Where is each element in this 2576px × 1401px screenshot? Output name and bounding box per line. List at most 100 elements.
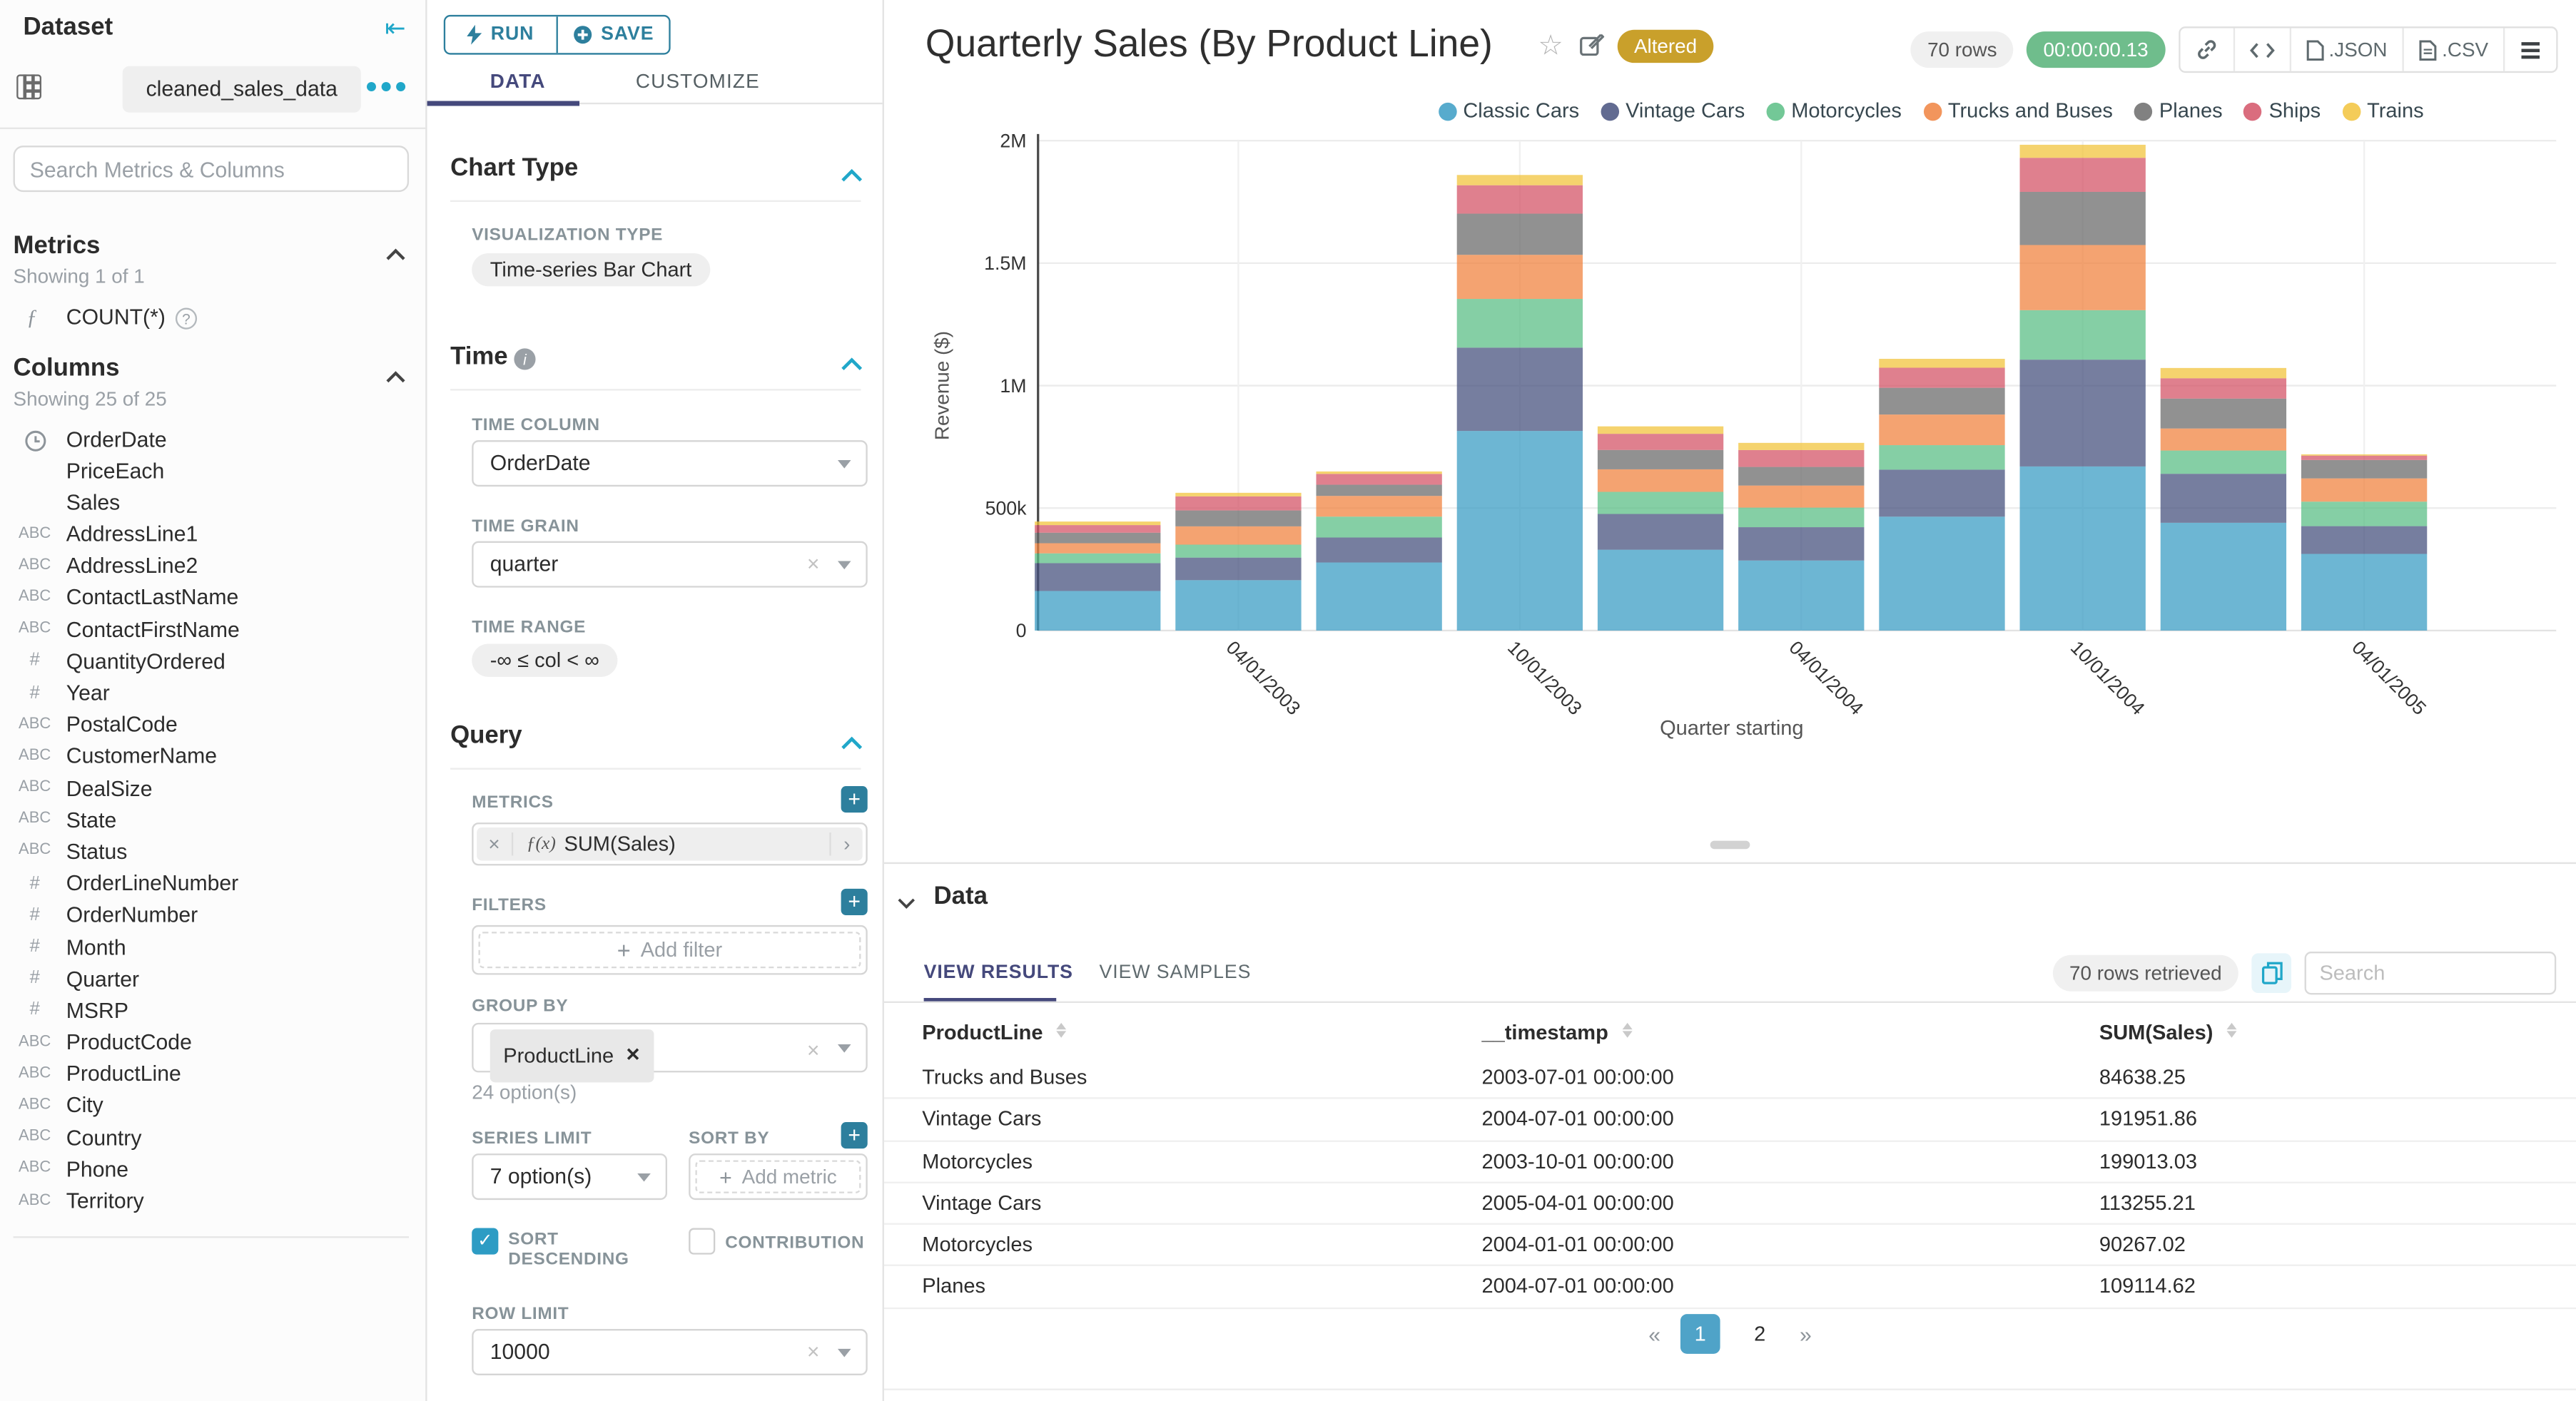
column-item-Month[interactable]: # Month bbox=[0, 932, 425, 964]
remove-metric-icon[interactable]: × bbox=[477, 832, 514, 856]
group-by-select[interactable]: ProductLine ✕ × bbox=[472, 1022, 868, 1083]
add-filter-button[interactable]: + Add filter bbox=[478, 932, 861, 969]
bar-segment-Ships-2003-10-01[interactable] bbox=[1456, 185, 1583, 214]
save-button[interactable]: SAVE bbox=[556, 16, 669, 54]
bar-segment-Planes-2005-01-01[interactable] bbox=[2160, 398, 2287, 429]
bar-segment-Planes-2004-01-01[interactable] bbox=[1597, 449, 1724, 469]
bar-segment-Motorcycles-2004-07-01[interactable] bbox=[1879, 445, 2005, 470]
bar-segment-Vintage Cars-2003-07-01[interactable] bbox=[1316, 537, 1442, 563]
bar-segment-Vintage Cars-2003-01-01[interactable] bbox=[1035, 563, 1161, 591]
contribution-checkbox[interactable] bbox=[689, 1228, 716, 1255]
column-item-Status[interactable]: ABC Status bbox=[0, 837, 425, 869]
bar-segment-Motorcycles-2005-01-01[interactable] bbox=[2160, 450, 2287, 474]
altered-badge[interactable]: Altered bbox=[1617, 29, 1714, 63]
bar-segment-Trucks and Buses-2005-01-01[interactable] bbox=[2160, 428, 2287, 451]
column-item-ContactFirstName[interactable]: ABC ContactFirstName bbox=[0, 614, 425, 646]
add-sort-metric-button[interactable]: + Add metric bbox=[695, 1160, 861, 1193]
add-filter-plus-button[interactable]: + bbox=[841, 888, 868, 916]
metric-chip[interactable]: × ƒ(x) SUM(Sales) › bbox=[477, 827, 863, 861]
remove-tag-icon[interactable]: ✕ bbox=[625, 1033, 640, 1079]
dataset-name[interactable]: cleaned_sales_data bbox=[122, 66, 361, 113]
column-item-City[interactable]: ABC City bbox=[0, 1091, 425, 1123]
bar-segment-Trains-2005-01-01[interactable] bbox=[2160, 367, 2287, 379]
column-header-sum-sales[interactable]: SUM(Sales) bbox=[2099, 1022, 2238, 1044]
bar-segment-Ships-2005-01-01[interactable] bbox=[2160, 378, 2287, 399]
bar-segment-Vintage Cars-2005-01-01[interactable] bbox=[2160, 474, 2287, 523]
bar-segment-Trucks and Buses-2004-04-01[interactable] bbox=[1738, 485, 1865, 508]
bar-segment-Vintage Cars-2004-07-01[interactable] bbox=[1879, 469, 2005, 517]
bar-segment-Vintage Cars-2004-10-01[interactable] bbox=[2019, 360, 2146, 467]
bar-segment-Trains-2003-01-01[interactable] bbox=[1035, 521, 1161, 526]
bar-segment-Classic Cars-2004-10-01[interactable] bbox=[2019, 466, 2146, 631]
column-item-OrderLineNumber[interactable]: # OrderLineNumber bbox=[0, 868, 425, 900]
bar-segment-Trucks and Buses-2004-01-01[interactable] bbox=[1597, 469, 1724, 492]
row-limit-select[interactable]: 10000 × bbox=[472, 1329, 868, 1376]
bar-segment-Vintage Cars-2005-04-01[interactable] bbox=[2301, 526, 2428, 554]
run-button[interactable]: RUN bbox=[445, 16, 556, 53]
column-item-OrderNumber[interactable]: # OrderNumber bbox=[0, 900, 425, 932]
dataset-options-icon[interactable]: ●●● bbox=[365, 73, 409, 98]
bar-segment-Trucks and Buses-2004-07-01[interactable] bbox=[1879, 414, 2005, 446]
clear-icon[interactable]: × bbox=[807, 543, 820, 586]
column-item-Year[interactable]: # Year bbox=[0, 678, 425, 710]
bar-segment-Trucks and Buses-2003-07-01[interactable] bbox=[1316, 496, 1442, 517]
column-item-Sales[interactable]: Sales bbox=[0, 487, 425, 519]
bar-segment-Ships-2005-04-01[interactable] bbox=[2301, 455, 2428, 460]
embed-code-button[interactable] bbox=[2232, 28, 2289, 71]
favorite-star-icon[interactable]: ☆ bbox=[1538, 30, 1563, 63]
chevron-up-icon[interactable] bbox=[386, 240, 406, 270]
column-item-PostalCode[interactable]: ABC PostalCode bbox=[0, 710, 425, 742]
time-column-select[interactable]: OrderDate bbox=[472, 440, 868, 487]
bar-segment-Trucks and Buses-2003-01-01[interactable] bbox=[1035, 543, 1161, 554]
column-header-productline[interactable]: ProductLine bbox=[922, 1022, 1068, 1044]
column-item-Country[interactable]: ABC Country bbox=[0, 1122, 425, 1154]
bar-segment-Trucks and Buses-2004-10-01[interactable] bbox=[2019, 245, 2146, 310]
bar-segment-Trains-2004-04-01[interactable] bbox=[1738, 442, 1865, 450]
bar-segment-Ships-2004-04-01[interactable] bbox=[1738, 449, 1865, 467]
export-csv-button[interactable]: .CSV bbox=[2402, 28, 2503, 71]
column-item-MSRP[interactable]: # MSRP bbox=[0, 995, 425, 1027]
column-item-Territory[interactable]: ABC Territory bbox=[0, 1186, 425, 1218]
menu-button[interactable] bbox=[2503, 28, 2556, 71]
bar-segment-Classic Cars-2003-01-01[interactable] bbox=[1035, 591, 1161, 631]
bar-segment-Classic Cars-2005-04-01[interactable] bbox=[2301, 554, 2428, 631]
bar-segment-Trucks and Buses-2003-10-01[interactable] bbox=[1456, 255, 1583, 300]
metric-item[interactable]: ƒ COUNT(*) ? bbox=[0, 303, 425, 336]
expand-metric-icon[interactable]: › bbox=[829, 832, 862, 856]
tab-view-samples[interactable]: VIEW SAMPLES bbox=[1100, 963, 1252, 983]
help-icon[interactable]: ? bbox=[175, 307, 198, 330]
collapse-panel-icon[interactable]: ⇤ bbox=[385, 14, 405, 44]
column-item-Quarter[interactable]: # Quarter bbox=[0, 964, 425, 996]
bar-segment-Vintage Cars-2003-04-01[interactable] bbox=[1175, 557, 1302, 581]
bar-segment-Trains-2003-07-01[interactable] bbox=[1316, 471, 1442, 474]
chevron-down-icon[interactable] bbox=[897, 889, 916, 919]
bar-segment-Trains-2004-10-01[interactable] bbox=[2019, 144, 2146, 158]
time-grain-select[interactable]: quarter × bbox=[472, 541, 868, 588]
column-item-DealSize[interactable]: ABC DealSize bbox=[0, 773, 425, 805]
column-item-PriceEach[interactable]: PriceEach bbox=[0, 455, 425, 487]
bar-segment-Motorcycles-2003-07-01[interactable] bbox=[1316, 516, 1442, 538]
pagination-next[interactable]: » bbox=[1800, 1322, 1812, 1347]
bar-segment-Ships-2004-10-01[interactable] bbox=[2019, 158, 2146, 192]
bar-segment-Classic Cars-2003-10-01[interactable] bbox=[1456, 431, 1583, 631]
bar-segment-Classic Cars-2005-01-01[interactable] bbox=[2160, 522, 2287, 631]
tab-view-results[interactable]: VIEW RESULTS bbox=[924, 963, 1073, 983]
bar-segment-Planes-2004-07-01[interactable] bbox=[1879, 387, 2005, 415]
bar-segment-Motorcycles-2005-04-01[interactable] bbox=[2301, 501, 2428, 526]
bar-segment-Classic Cars-2003-07-01[interactable] bbox=[1316, 562, 1442, 631]
chevron-up-icon[interactable] bbox=[841, 162, 863, 192]
column-item-ProductLine[interactable]: ABC ProductLine bbox=[0, 1059, 425, 1091]
bar-segment-Ships-2004-01-01[interactable] bbox=[1597, 434, 1724, 450]
column-header-timestamp[interactable]: __timestamp bbox=[1481, 1022, 1633, 1044]
search-metrics-columns-input[interactable] bbox=[13, 146, 410, 193]
bar-segment-Motorcycles-2004-10-01[interactable] bbox=[2019, 310, 2146, 360]
group-by-tag[interactable]: ProductLine ✕ bbox=[490, 1029, 654, 1083]
copy-data-button[interactable] bbox=[2251, 953, 2292, 994]
bar-segment-Planes-2003-01-01[interactable] bbox=[1035, 532, 1161, 544]
bar-segment-Vintage Cars-2003-10-01[interactable] bbox=[1456, 347, 1583, 432]
bar-segment-Trains-2003-10-01[interactable] bbox=[1456, 175, 1583, 185]
pagination-prev[interactable]: « bbox=[1648, 1322, 1660, 1347]
bar-segment-Planes-2003-04-01[interactable] bbox=[1175, 510, 1302, 526]
column-item-AddressLine1[interactable]: ABC AddressLine1 bbox=[0, 519, 425, 551]
clear-icon[interactable]: × bbox=[807, 1330, 820, 1373]
